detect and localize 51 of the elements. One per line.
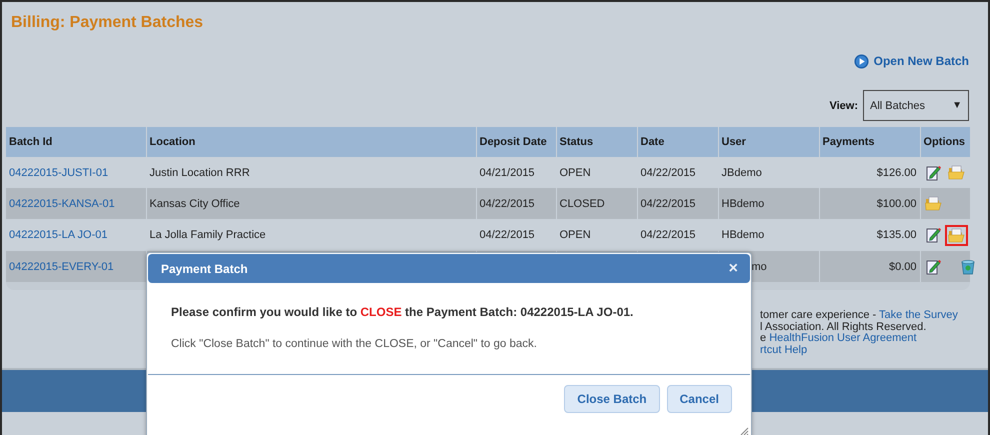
footer-text: e (760, 332, 768, 344)
batch-id-link[interactable]: 04222015-KANSA-01 (9, 198, 115, 210)
batch-id-link[interactable]: 04222015-LA JO-01 (9, 229, 108, 241)
close-button[interactable]: × (728, 260, 738, 276)
page-title: Billing: Payment Batches (10, 13, 204, 33)
resize-grip-icon[interactable] (740, 427, 749, 435)
table-cell: $0.00 (888, 260, 916, 272)
table-cell: OPEN (560, 229, 591, 241)
view-label: View: (829, 100, 858, 112)
folder-icon[interactable] (944, 224, 968, 246)
play-icon (854, 54, 869, 68)
table-cell: HBdemo (722, 229, 764, 241)
column-header: Status (556, 127, 637, 157)
table-cell: 04/22/2015 (480, 198, 535, 210)
column-header: Date (637, 127, 718, 157)
batch-id-link[interactable]: 04222015-EVERY-01 (9, 260, 114, 272)
dialog-title: Payment Batch (161, 262, 248, 276)
table-cell: $126.00 (876, 166, 916, 178)
dialog-hint: Click "Close Batch" to continue with the CLOSE, or "Cancel" to go back. (170, 337, 538, 350)
column-header: Batch Id (6, 127, 146, 157)
view-dropdown[interactable]: All Batches ▼ (863, 90, 969, 121)
footer-link[interactable]: Take the Survey (879, 309, 958, 321)
table-cell: Kansas City Office (150, 198, 240, 210)
column-header: Location (146, 127, 476, 157)
column-header: Deposit Date (476, 127, 556, 157)
cancel-button[interactable]: Cancel (666, 385, 732, 413)
footer-text: l Association. All Rights Reserved. (760, 320, 926, 333)
footer-link[interactable]: rtcut Help (760, 344, 808, 356)
table-cell: Justin Location RRR (150, 166, 250, 178)
table-cell: mo (752, 260, 767, 272)
close-batch-button[interactable]: Close Batch (564, 385, 660, 413)
table-cell: 04/22/2015 (640, 229, 696, 241)
column-header: Payments (819, 127, 920, 157)
table-cell: OPEN (560, 166, 591, 178)
batch-id-link[interactable]: 04222015-JUSTI-01 (9, 166, 108, 178)
table-cell: CLOSED (560, 198, 605, 210)
footer-text: tomer care experience - (760, 309, 878, 321)
column-header: User (718, 127, 819, 157)
table-cell: La Jolla Family Practice (150, 229, 266, 241)
footer-link[interactable]: HealthFusion User Agreement (769, 332, 917, 344)
table-cell: 04/22/2015 (640, 198, 696, 210)
open-new-batch-link[interactable]: Open New Batch (854, 50, 969, 72)
table-cell: 04/22/2015 (640, 166, 696, 178)
table-cell: JBdemo (722, 166, 762, 178)
column-header: Options (920, 127, 970, 157)
table-cell: $135.00 (876, 229, 916, 241)
confirm-message: Please confirm you would like to CLOSE the Payment Batch: 04222015-LA JO-01. (170, 304, 634, 319)
table-cell: HBdemo (722, 198, 764, 210)
table-cell: 04/21/2015 (480, 166, 535, 178)
table-cell: $100.00 (876, 198, 916, 210)
table-cell: 04/22/2015 (480, 229, 535, 241)
